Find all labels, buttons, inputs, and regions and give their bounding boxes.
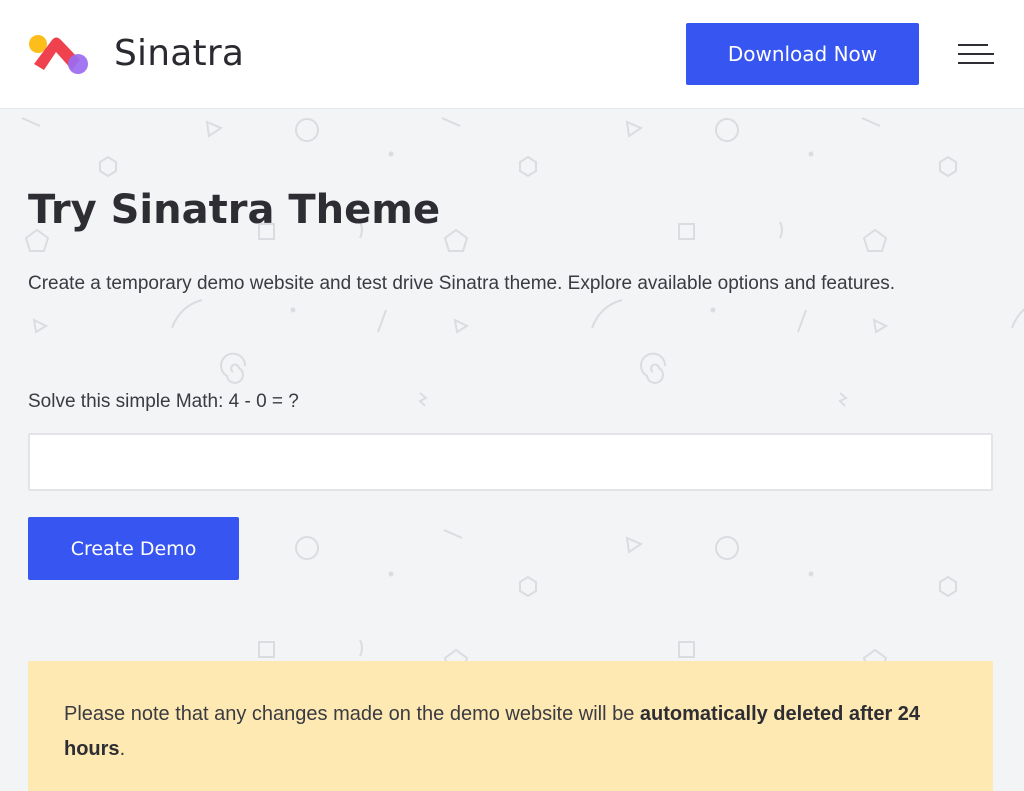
menu-line [958,44,988,46]
hamburger-menu-icon[interactable] [958,42,994,66]
menu-line [958,62,994,64]
notice-text-start: Please note that any changes made on the… [64,703,640,725]
menu-line [958,53,994,55]
notice-text: Please note that any changes made on the… [64,697,964,767]
math-answer-input[interactable] [28,433,993,491]
notice-box: Please note that any changes made on the… [28,661,993,791]
page-title: Try Sinatra Theme [28,187,441,233]
sinatra-logo-icon [29,35,88,74]
download-now-button[interactable]: Download Now [686,23,919,85]
brand-name: Sinatra [114,33,245,74]
site-logo[interactable]: Sinatra [28,30,244,78]
page-subtitle: Create a temporary demo website and test… [28,273,896,294]
math-question-label: Solve this simple Math: 4 - 0 = ? [28,391,299,412]
notice-text-end: . [119,738,126,760]
site-header: Sinatra Download Now [0,0,1024,109]
create-demo-button[interactable]: Create Demo [28,517,239,580]
